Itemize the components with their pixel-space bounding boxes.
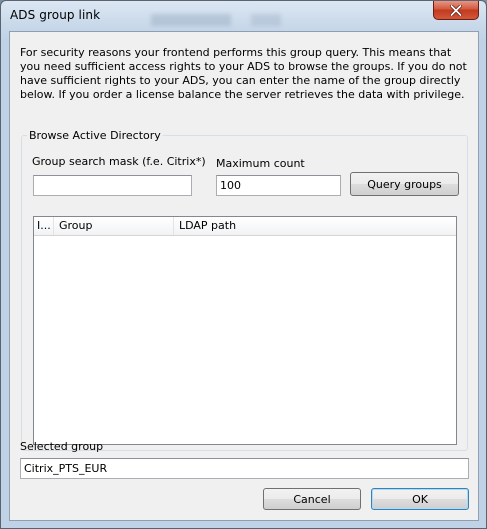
dialog-client-area: For security reasons your frontend perfo…	[9, 31, 479, 521]
close-button[interactable]	[433, 1, 479, 20]
security-description: For security reasons your frontend perfo…	[20, 46, 467, 101]
window-title: ADS group link	[10, 8, 101, 22]
groups-list[interactable]: I... Group LDAP path	[33, 216, 457, 445]
background-window-title-ghost-2	[251, 14, 281, 26]
cancel-button[interactable]: Cancel	[263, 488, 361, 510]
column-header-icon[interactable]: I...	[34, 217, 54, 235]
query-groups-button[interactable]: Query groups	[350, 172, 459, 196]
dialog-window: ADS group link For security reasons your…	[0, 0, 487, 529]
close-icon	[450, 4, 462, 16]
search-mask-input[interactable]	[33, 175, 192, 196]
ok-button[interactable]: OK	[371, 488, 469, 510]
column-header-ldap-path[interactable]: LDAP path	[174, 217, 456, 235]
max-count-label: Maximum count	[216, 157, 305, 170]
groups-list-header: I... Group LDAP path	[34, 217, 456, 236]
max-count-input[interactable]	[216, 175, 341, 196]
selected-group-input[interactable]	[20, 458, 469, 479]
background-window-title-ghost	[151, 14, 231, 26]
column-header-group[interactable]: Group	[54, 217, 174, 235]
search-mask-label: Group search mask (f.e. Citrix*)	[32, 155, 206, 168]
title-bar[interactable]: ADS group link	[1, 1, 486, 29]
selected-group-label: Selected group	[20, 440, 104, 453]
browse-groupbox-title: Browse Active Directory	[27, 129, 163, 142]
